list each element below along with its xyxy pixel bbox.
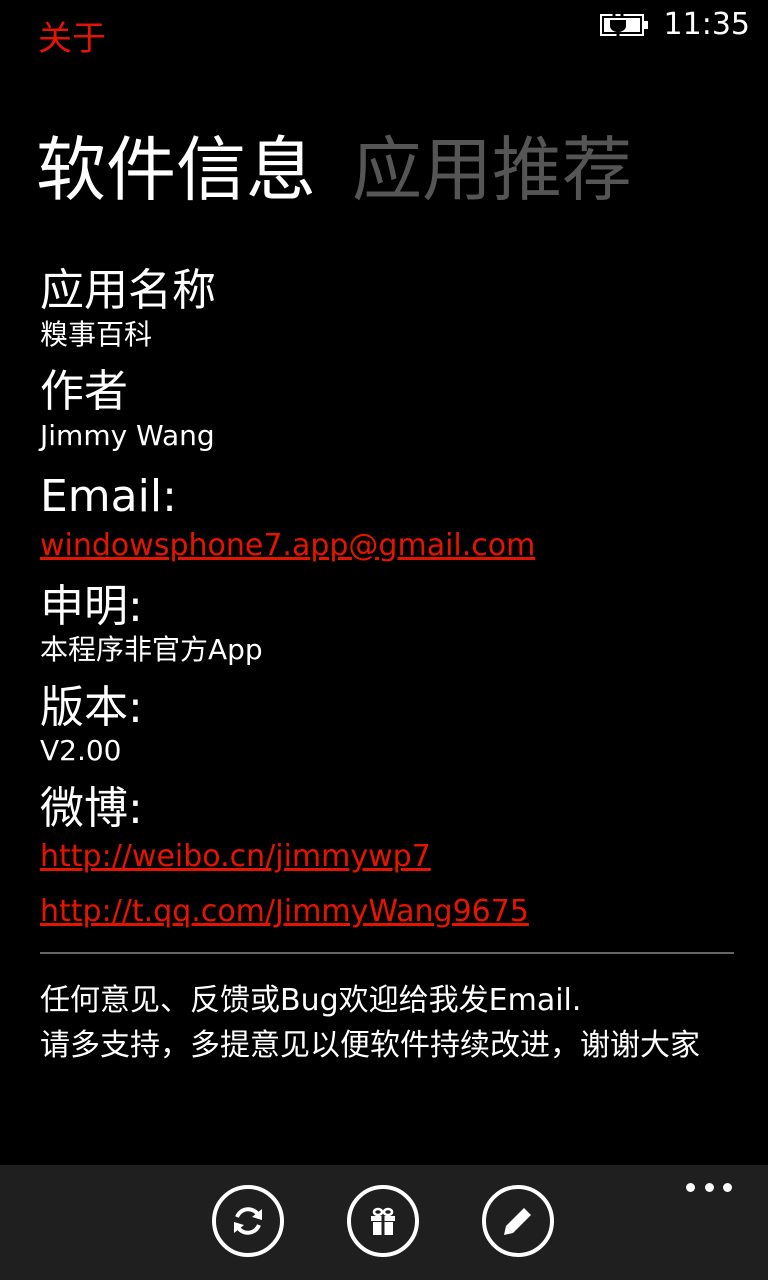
weibo-label: 微博: xyxy=(40,782,143,834)
statement-value: 本程序非官方App xyxy=(40,633,263,667)
page-title: 关于 xyxy=(38,19,106,59)
feedback-text: 任何意见、反馈或Bug欢迎给我发Email. xyxy=(40,983,582,1019)
pivot-header: 软件信息 应用推荐 xyxy=(36,132,668,209)
version-label: 版本: xyxy=(40,681,143,733)
version-value: V2.00 xyxy=(40,734,122,768)
weibo-link[interactable]: http://weibo.cn/jimmywp7 xyxy=(40,834,740,879)
tab-software-info[interactable]: 软件信息 xyxy=(36,132,316,209)
app-name-value: 糗事百科 xyxy=(40,317,153,351)
author-label: 作者 xyxy=(40,365,128,417)
statement-label: 申明: xyxy=(40,580,143,632)
refresh-button[interactable] xyxy=(212,1185,284,1257)
author-value: Jimmy Wang xyxy=(40,418,215,452)
pencil-icon xyxy=(504,1208,531,1235)
clock: 11:35 xyxy=(663,7,750,42)
ellipsis-icon[interactable] xyxy=(686,1177,732,1197)
gift-icon xyxy=(371,1207,395,1235)
edit-button[interactable] xyxy=(482,1185,554,1257)
gift-button[interactable] xyxy=(347,1185,419,1257)
app-bar xyxy=(0,1165,768,1280)
tab-app-recommend[interactable]: 应用推荐 xyxy=(352,132,632,209)
refresh-icon xyxy=(234,1207,262,1235)
tqq-link[interactable]: http://t.qq.com/JimmyWang9675 xyxy=(40,889,740,934)
feedback-hint: 请多支持，多提意见以便软件持续改进，谢谢大家 xyxy=(40,1028,700,1064)
email-label: Email: xyxy=(40,470,177,522)
email-link[interactable]: windowsphone7.app@gmail.com xyxy=(40,523,740,568)
battery-charging-icon xyxy=(600,12,650,38)
divider xyxy=(40,952,734,955)
app-name-label: 应用名称 xyxy=(40,265,216,316)
status-bar: 关于 11:35 xyxy=(0,0,768,56)
software-info-panel: 应用名称 糗事百科 作者 Jimmy Wang Email: windowsph… xyxy=(40,260,740,1068)
